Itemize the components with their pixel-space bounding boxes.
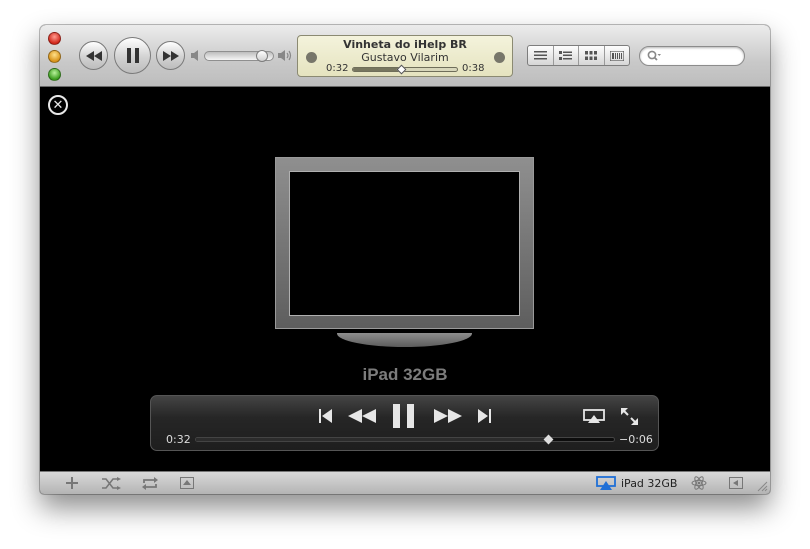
previous-track-button[interactable] (79, 41, 108, 70)
volume-slider[interactable] (204, 50, 274, 62)
skip-back-icon (318, 409, 332, 423)
zoom-window-button[interactable] (48, 68, 61, 81)
skip-forward-icon (477, 409, 491, 423)
resize-grip-icon[interactable] (757, 481, 768, 492)
pause-icon (393, 404, 414, 428)
airplay-device-label: iPad 32GB (621, 477, 678, 490)
skip-back-button[interactable] (317, 406, 333, 426)
airplay-icon (596, 475, 616, 490)
grid-view-button[interactable] (579, 46, 605, 65)
atom-icon (691, 476, 707, 490)
hud-pause-button[interactable] (393, 403, 415, 429)
hud-fast-forward-button[interactable] (433, 406, 463, 426)
volume-high-icon (278, 50, 292, 61)
repeat-icon (142, 476, 158, 490)
airplay-video-area: ✕ iPad 32GB 0:32 −0:06 (40, 87, 770, 471)
grid-view-icon (585, 51, 598, 60)
skip-forward-button[interactable] (476, 406, 492, 426)
bottom-bar: iPad 32GB (40, 471, 770, 494)
hud-airplay-button[interactable] (583, 406, 605, 426)
play-pause-button[interactable] (114, 37, 151, 74)
fullscreen-button[interactable] (620, 406, 638, 426)
close-icon[interactable]: ✕ (48, 95, 68, 115)
miniplayer-button[interactable] (728, 475, 744, 491)
search-field[interactable] (639, 46, 745, 66)
album-list-icon (559, 51, 573, 60)
add-playlist-button[interactable] (64, 475, 80, 491)
tv-screen (289, 171, 520, 316)
rewind-icon (348, 409, 376, 423)
album-list-view-button[interactable] (554, 46, 579, 65)
airplay-device-name: iPad 32GB (362, 365, 448, 384)
show-artwork-button[interactable] (179, 475, 195, 491)
fast-forward-icon (434, 409, 462, 423)
track-progress-fill (353, 68, 401, 71)
fullscreen-icon (620, 407, 638, 425)
plus-icon (66, 477, 78, 489)
airplay-button[interactable] (596, 475, 616, 491)
now-playing-display: Vinheta do iHelp BR Gustavo Vilarim 0:32… (297, 35, 513, 77)
airplay-icon (583, 408, 605, 423)
remaining-time: 0:38 (462, 63, 485, 74)
next-track-button[interactable] (156, 41, 185, 70)
hud-elapsed-time: 0:32 (166, 433, 191, 446)
hud-remaining-time: −0:06 (619, 433, 653, 446)
playback-hud: 0:32 −0:06 (150, 395, 659, 451)
volume-slider-knob[interactable] (256, 50, 269, 62)
close-window-button[interactable] (48, 32, 61, 45)
elapsed-time: 0:32 (326, 63, 349, 74)
itunes-window: Vinheta do iHelp BR Gustavo Vilarim 0:32… (40, 25, 770, 494)
visualizer-button[interactable] (690, 475, 708, 491)
fast-forward-icon (162, 50, 179, 61)
minimize-window-button[interactable] (48, 50, 61, 63)
search-icon (647, 50, 661, 61)
toolbar: Vinheta do iHelp BR Gustavo Vilarim 0:32… (40, 25, 770, 87)
cover-flow-view-button[interactable] (605, 46, 630, 65)
hud-rewind-button[interactable] (347, 406, 377, 426)
hud-scrubber-fill (196, 438, 548, 441)
tv-stand (337, 333, 472, 347)
volume-low-icon (191, 50, 198, 61)
repeat-button[interactable] (140, 475, 160, 491)
cover-flow-icon (609, 50, 624, 61)
pause-icon (126, 48, 139, 63)
shuffle-button[interactable] (100, 475, 122, 491)
sidebar-toggle-icon (729, 477, 743, 489)
rewind-icon (85, 50, 102, 61)
shuffle-icon (101, 476, 121, 490)
list-view-icon (533, 51, 547, 60)
view-options (527, 45, 630, 66)
artwork-toggle-icon (180, 477, 194, 489)
tv-icon (275, 157, 534, 329)
track-title: Vinheta do iHelp BR (343, 38, 467, 51)
genius-icon[interactable] (494, 52, 505, 63)
list-view-button[interactable] (528, 46, 554, 65)
